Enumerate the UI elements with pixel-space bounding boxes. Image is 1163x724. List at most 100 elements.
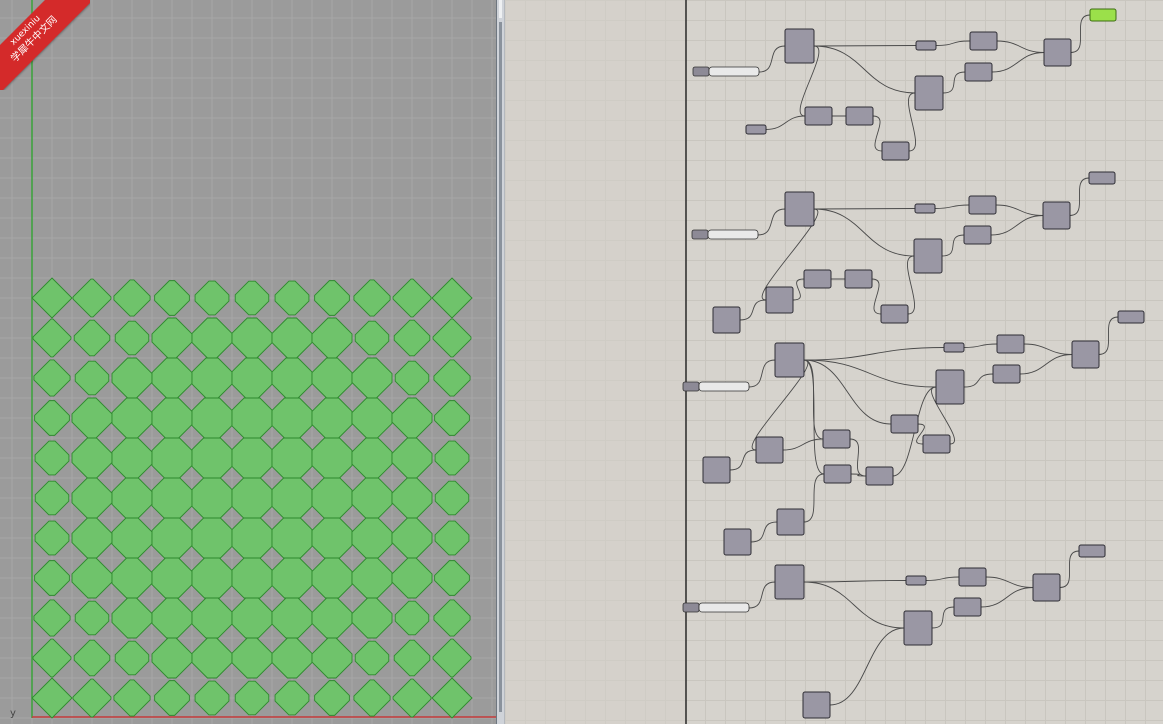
component-node[interactable] — [958, 567, 987, 587]
component-node[interactable] — [943, 342, 965, 353]
wire — [1070, 14, 1091, 53]
slider-label — [691, 229, 709, 240]
pattern-tile — [311, 557, 353, 599]
component-node[interactable] — [845, 106, 874, 126]
component-node[interactable] — [712, 306, 741, 334]
pattern-tile — [111, 597, 153, 639]
wire — [925, 576, 960, 581]
component-node[interactable] — [922, 434, 951, 454]
splitter-top-grip[interactable] — [499, 0, 502, 18]
rhino-viewport[interactable]: y — [0, 0, 496, 724]
wire — [963, 373, 994, 388]
pattern-tile — [231, 317, 273, 359]
number-slider[interactable] — [692, 66, 760, 77]
component-node[interactable] — [992, 364, 1021, 384]
component-node[interactable] — [935, 369, 965, 405]
pattern-tile — [274, 680, 310, 716]
pattern-tile — [191, 477, 233, 519]
wire — [995, 204, 1044, 216]
component-node[interactable] — [822, 429, 851, 449]
grasshopper-canvas[interactable] — [505, 0, 1163, 724]
pattern-tile — [271, 477, 313, 519]
component-node[interactable] — [765, 286, 794, 314]
component-node[interactable] — [890, 414, 919, 434]
wire — [941, 234, 965, 257]
component-node[interactable] — [963, 225, 992, 245]
pattern-tile — [391, 437, 433, 479]
component-node[interactable] — [804, 106, 833, 126]
pattern-tile — [231, 357, 273, 399]
component-node[interactable] — [913, 238, 943, 274]
component-node[interactable] — [996, 334, 1025, 354]
component-node[interactable] — [745, 124, 767, 135]
pattern-tile — [434, 520, 470, 556]
component-node[interactable] — [803, 269, 832, 289]
pattern-tile — [271, 517, 313, 559]
slider-track[interactable] — [698, 381, 750, 392]
component-node[interactable] — [774, 564, 805, 600]
pattern-tile — [151, 597, 193, 639]
pattern-tile — [234, 280, 270, 316]
component-node[interactable] — [723, 528, 752, 556]
pattern-tile — [191, 397, 233, 439]
number-slider[interactable] — [682, 602, 750, 613]
pattern-tile — [114, 640, 150, 676]
component-node[interactable] — [1071, 340, 1100, 369]
component-node[interactable] — [969, 31, 998, 51]
component-node[interactable] — [905, 575, 927, 586]
pattern-tile — [391, 517, 433, 559]
pattern-tile — [111, 357, 153, 399]
pattern-tile — [31, 677, 73, 719]
component-node[interactable] — [802, 691, 831, 719]
wire — [963, 343, 998, 348]
component-node[interactable] — [1088, 171, 1116, 185]
number-slider[interactable] — [691, 229, 759, 240]
component-node[interactable] — [865, 466, 894, 486]
component-node[interactable] — [1032, 573, 1061, 602]
pattern-tile — [271, 317, 313, 359]
slider-track[interactable] — [698, 602, 750, 613]
component-node[interactable] — [968, 195, 997, 215]
pattern-tile — [392, 278, 432, 318]
component-node[interactable] — [755, 436, 784, 464]
component-node[interactable] — [844, 269, 873, 289]
component-node[interactable] — [915, 40, 937, 51]
component-node[interactable] — [880, 304, 909, 324]
pattern-tile — [191, 357, 233, 399]
pattern-tile — [431, 677, 473, 719]
wire — [1023, 343, 1073, 355]
pattern-tile — [353, 679, 391, 717]
wire — [935, 40, 971, 46]
component-node[interactable] — [881, 141, 910, 161]
splitter-grip[interactable] — [499, 22, 502, 712]
panel-splitter[interactable] — [496, 0, 505, 724]
component-node[interactable] — [953, 597, 982, 617]
component-node[interactable] — [903, 610, 933, 646]
component-node[interactable] — [784, 191, 815, 227]
pattern-tile — [434, 480, 470, 516]
component-node[interactable] — [1042, 201, 1071, 230]
component-node[interactable] — [774, 342, 805, 378]
pattern-tile — [351, 597, 393, 639]
component-node[interactable] — [1043, 38, 1072, 67]
active-component[interactable] — [1089, 8, 1117, 22]
component-node[interactable] — [1117, 310, 1145, 324]
node-graph[interactable] — [505, 0, 1163, 724]
pattern-tile — [34, 400, 70, 436]
component-node[interactable] — [964, 62, 993, 82]
pattern-tile — [391, 397, 433, 439]
component-node[interactable] — [914, 203, 936, 214]
wire — [803, 359, 825, 475]
components[interactable] — [682, 8, 1145, 719]
slider-track[interactable] — [707, 229, 759, 240]
component-node[interactable] — [914, 75, 944, 111]
component-node[interactable] — [702, 456, 731, 484]
component-node[interactable] — [823, 464, 852, 484]
component-node[interactable] — [1078, 544, 1106, 558]
pattern-tile — [391, 477, 433, 519]
number-slider[interactable] — [682, 381, 750, 392]
pattern-tile — [72, 278, 112, 318]
slider-track[interactable] — [708, 66, 760, 77]
component-node[interactable] — [776, 508, 805, 536]
component-node[interactable] — [784, 28, 815, 64]
